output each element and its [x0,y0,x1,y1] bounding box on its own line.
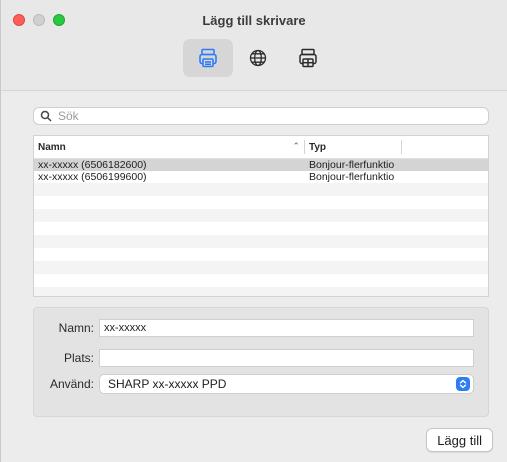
toolbar [183,39,333,77]
table-header: Namn ⌃ Typ [34,136,488,159]
add-button[interactable]: Lägg till [426,428,493,452]
default-printers-tab[interactable] [183,39,233,77]
empty-row [34,287,488,296]
empty-row [34,248,488,261]
empty-row [34,196,488,209]
column-header-name[interactable]: Namn ⌃ [34,136,304,158]
printer-name-cell: xx-xxxxx (6506182600) [38,159,147,171]
globe-icon [249,49,267,67]
location-row: Plats: [34,349,474,367]
title-bar: Lägg till skrivare [1,0,507,91]
use-label: Använd: [49,377,94,391]
printer-type-cell: Bonjour-flerfunktio [309,171,395,183]
location-label: Plats: [63,351,94,365]
content-area: Namn ⌃ Typ xx-xxxxx (6506182600) Bonjour… [1,91,507,462]
search-input[interactable] [56,108,488,124]
printer-type-cell: Bonjour-flerfunktio [309,159,395,171]
table-row[interactable]: xx-xxxxx (6506199600) Bonjour-flerfunkti… [34,171,488,183]
empty-row [34,261,488,274]
use-row: Använd: SHARP xx-xxxxx PPD [34,374,474,394]
name-field[interactable]: xx-xxxxx [99,319,474,337]
empty-row [34,235,488,248]
column-divider[interactable] [401,140,402,154]
window-title: Lägg till skrivare [202,13,306,28]
search-icon [40,110,52,122]
printer-name-cell: xx-xxxxx (6506199600) [38,171,147,183]
search-field[interactable] [33,107,489,125]
column-header-type[interactable]: Typ [305,136,401,158]
column-header-name-label: Namn [38,141,66,153]
table-row[interactable]: xx-xxxxx (6506182600) Bonjour-flerfunkti… [34,159,488,171]
printer-icon [199,48,217,68]
location-field[interactable] [99,349,474,367]
driver-select-value: SHARP xx-xxxxx PPD [108,377,227,391]
printer-windows-icon [299,48,317,68]
printer-list: Namn ⌃ Typ xx-xxxxx (6506182600) Bonjour… [33,135,489,297]
printer-details-form: Namn: xx-xxxxx Plats: Använd: SHARP xx-x… [33,307,489,417]
ip-printers-tab[interactable] [233,39,283,77]
column-header-type-label: Typ [309,141,327,153]
add-printer-window: Lägg till skrivare Sök Namn ⌃ Typ xx-xxx… [0,0,507,462]
select-arrows-icon [456,377,470,391]
empty-row [34,209,488,222]
sort-ascending-icon: ⌃ [292,141,300,151]
empty-row [34,274,488,287]
name-row: Namn: xx-xxxxx [34,319,474,337]
windows-printers-tab[interactable] [283,39,333,77]
driver-select[interactable]: SHARP xx-xxxxx PPD [99,374,474,394]
empty-row [34,183,488,196]
name-label: Namn: [58,321,94,335]
empty-row [34,222,488,235]
